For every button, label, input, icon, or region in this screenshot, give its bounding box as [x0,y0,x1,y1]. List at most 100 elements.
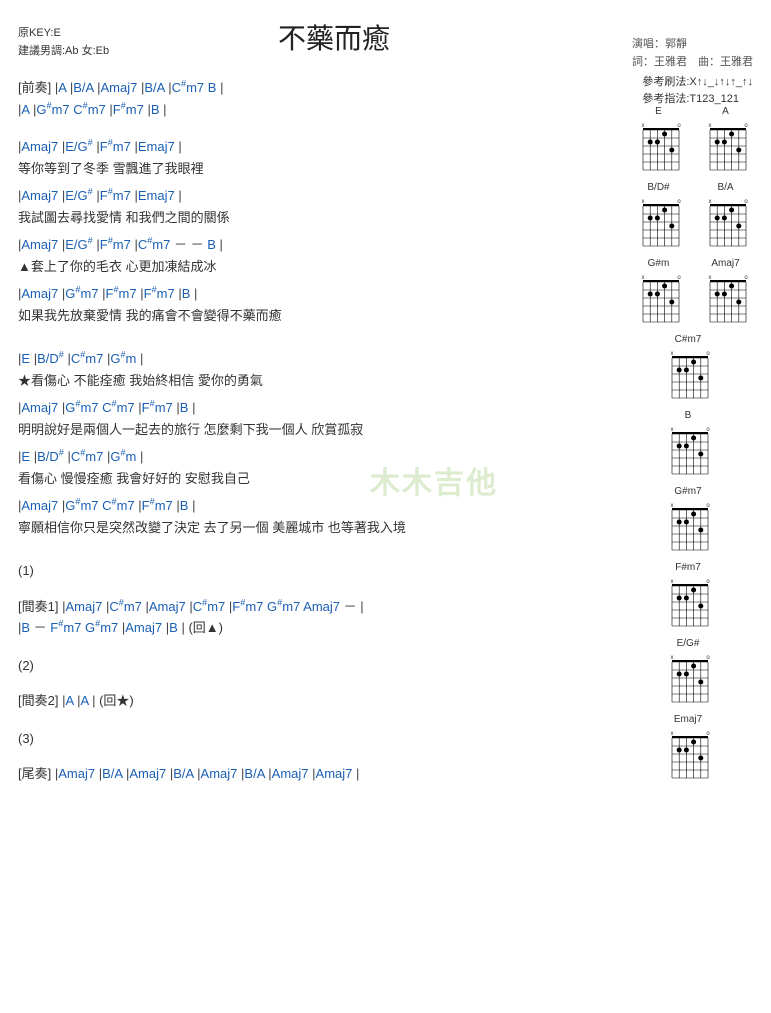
lyric-line: (1) [18,561,578,581]
svg-text:o: o [744,123,748,129]
chord-sheet: [前奏] |A |B/A |Amaj7 |B/A |C#m7 B | |A |G… [18,78,578,784]
chord-diagram: Exo [631,106,686,176]
chord-diagram: G#mxo [631,258,686,328]
original-key: 原KEY:E [18,25,278,43]
chord-diagram: E/G#xo [661,638,716,708]
lyric-line: 如果我先放棄愛情 我的痛會不會變得不藥而癒 [18,306,578,326]
fretboard-icon: xo [702,120,750,176]
lyric-line: 我試圖去尋找愛情 和我們之間的關係 [18,208,578,228]
chord-line: |Amaj7 |E/G# |F#m7 |Emaj7 | [18,186,578,206]
fretboard-icon: xo [664,500,712,556]
chord-line: |B － F#m7 G#m7 |Amaj7 |B | (回▲) [18,618,578,638]
svg-text:o: o [706,655,710,661]
fretboard-icon: xo [664,652,712,708]
chord-diagram-row: G#mxoAmaj7xo [623,258,753,328]
lyric-line: (2) [18,656,578,676]
fretboard-icon: xo [664,348,712,404]
chord-diagrams-column: ExoAxoB/D#xoB/AxoG#mxoAmaj7xoC#m7xoBxoG#… [623,106,753,790]
chord-line: |Amaj7 |G#m7 |F#m7 |F#m7 |B | [18,284,578,304]
chord-line: |Amaj7 |G#m7 C#m7 |F#m7 |B | [18,398,578,418]
chord-diagram: B/D#xo [631,182,686,252]
reference-box: 參考刷法:X↑↓_↓↑↓↑_↑↓ 參考指法:T123_121 [642,74,753,107]
chord-diagram-name: E [631,106,686,118]
svg-text:x: x [641,275,644,281]
chord-diagram-row: G#m7xo [623,486,753,556]
chord-line: |Amaj7 |G#m7 C#m7 |F#m7 |B | [18,496,578,516]
chord-diagram-name: Emaj7 [661,714,716,726]
svg-text:x: x [708,199,711,205]
chord-line: |A |G#m7 C#m7 |F#m7 |B | [18,100,578,120]
svg-text:o: o [677,275,681,281]
svg-text:x: x [708,123,711,129]
fretboard-icon: xo [702,196,750,252]
svg-text:o: o [706,351,710,357]
svg-text:o: o [706,427,710,433]
chord-diagram: G#m7xo [661,486,716,556]
svg-text:x: x [708,275,711,281]
chord-diagram-row: Emaj7 x o [623,714,753,784]
chord-diagram: Amaj7xo [698,258,753,328]
chord-diagram: B/Axo [698,182,753,252]
lyric-line: 寧願相信你只是突然改變了決定 去了另一個 美麗城市 也等著我入境 [18,518,578,538]
chord-line: |E |B/D# |C#m7 |G#m | [18,349,578,369]
chord-diagram-name: B/D# [631,182,686,194]
fretboard-icon: xo [635,272,683,328]
svg-text:x: x [641,123,644,129]
svg-text:o: o [706,731,710,737]
fretboard-icon: xo [664,576,712,632]
svg-text:o: o [744,275,748,281]
svg-text:o: o [706,503,710,509]
svg-text:o: o [677,123,681,129]
chord-line: |Amaj7 |E/G# |F#m7 |C#m7 － － B | [18,235,578,255]
ref-fingering: 參考指法:T123_121 [642,91,753,108]
svg-text:x: x [671,427,674,433]
chord-diagram: C#m7xo [661,334,716,404]
chord-diagram-name: B [661,410,716,422]
lyric-line: 明明說好是兩個人一起去的旅行 怎麼剩下我一個人 欣賞孤寂 [18,420,578,440]
writer-credit: 詞：王雅君 曲：王雅君 [632,54,753,72]
chord-diagram-row: E/G#xo [623,638,753,708]
chord-diagram-row: Bxo [623,410,753,480]
lyric-line: ★看傷心 不能痊癒 我始終相信 愛你的勇氣 [18,371,578,391]
lyric-line: ▲套上了你的毛衣 心更加凍結成冰 [18,257,578,277]
svg-text:x: x [671,579,674,585]
svg-text:x: x [671,731,674,737]
chord-diagram-row: F#m7 xo [623,562,753,632]
chord-line: [間奏1] |Amaj7 |C#m7 |Amaj7 |C#m7 |F#m7 G#… [18,597,578,617]
fretboard-icon: xo [635,196,683,252]
chord-line: [前奏] |A |B/A |Amaj7 |B/A |C#m7 B | [18,78,578,98]
chord-diagram-name: B/A [698,182,753,194]
svg-text:x: x [671,655,674,661]
chord-line: [間奏2] |A |A | (回★) [18,691,578,711]
svg-text:x: x [641,199,644,205]
meta-right: 演唱：郭靜 詞：王雅君 曲：王雅君 [632,36,753,71]
chord-diagram-name: E/G# [661,638,716,650]
ref-strum: 參考刷法:X↑↓_↓↑↓↑_↑↓ [642,74,753,91]
chord-diagram-name: Amaj7 [698,258,753,270]
chord-diagram: Emaj7 x o [661,714,716,784]
chord-diagram-name: F#m7 [661,562,716,574]
chord-diagram-name: A [698,106,753,118]
chord-diagram: F#m7 xo [661,562,716,632]
svg-text:o: o [677,199,681,205]
chord-diagram-name: C#m7 [661,334,716,346]
svg-text:x: x [671,351,674,357]
svg-text:x: x [671,503,674,509]
chord-diagram-row: B/D#xoB/Axo [623,182,753,252]
lyric-line: 等你等到了冬季 雪飄進了我眼裡 [18,159,578,179]
chord-diagram-name: G#m7 [661,486,716,498]
chord-diagram-row: C#m7xo [623,334,753,404]
lyric-line: (3) [18,729,578,749]
chord-diagram-name: G#m [631,258,686,270]
chord-line: |E |B/D# |C#m7 |G#m | [18,447,578,467]
chord-diagram: Axo [698,106,753,176]
chord-diagram-row: ExoAxo [623,106,753,176]
lyric-line: 看傷心 慢慢痊癒 我會好好的 安慰我自己 [18,469,578,489]
fretboard-icon: xo [635,120,683,176]
chord-line: [尾奏] |Amaj7 |B/A |Amaj7 |B/A |Amaj7 |B/A… [18,764,578,784]
fretboard-icon: xo [664,424,712,480]
singer-credit: 演唱：郭靜 [632,36,753,54]
svg-text:o: o [744,199,748,205]
fretboard-icon: xo [702,272,750,328]
song-title: 不藥而癒 [278,15,390,60]
